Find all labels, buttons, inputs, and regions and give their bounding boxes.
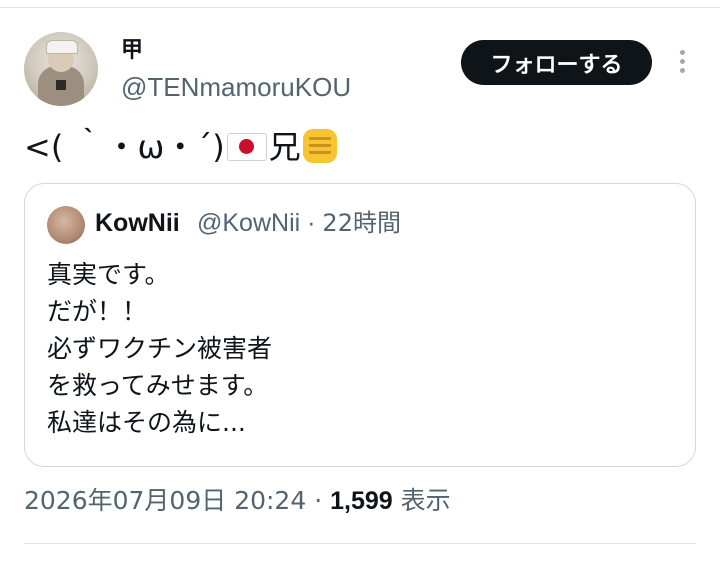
author-handle[interactable]: @TENmamoruKOU [121,72,351,102]
raised-fist-icon [302,129,337,163]
quoted-tweet-card[interactable]: KowNii @KowNii · 22時間 真実です。 だが！！ 必ずワクチン被… [24,183,696,467]
view-count-label: 表示 [400,486,451,515]
quoted-tweet-body: 真実です。 だが！！ 必ずワクチン被害者 を救ってみせます。 私達はその為に..… [47,256,272,441]
japan-flag-icon [226,133,267,161]
quoted-author-meta: @KowNii · 22時間 [197,207,401,239]
quoted-line: 真実です。 [47,260,170,289]
quoted-line: だが！！ [47,297,148,326]
tweet-text-face: <( ｀・ω・´) [24,128,225,166]
avatar-figure-hat [46,40,78,54]
tweet-timestamp[interactable]: 2026年07月09日 20:24 [24,486,306,515]
footer-separator: · [314,486,323,515]
bottom-divider [24,543,696,544]
tweet-footer: 2026年07月09日 20:24 · 1,599 表示 [24,485,451,517]
quoted-line: を救ってみせます。 [47,371,269,400]
follow-button[interactable]: フォローする [461,40,652,85]
author-display-name[interactable]: 甲 [121,37,143,65]
quoted-time: 22時間 [322,209,401,237]
tweet-text-word: 兄 [268,128,301,166]
avatar-figure-patch [56,80,66,90]
quoted-author-handle: @KowNii [197,209,301,237]
author-avatar[interactable] [24,32,98,106]
quoted-author-avatar [47,206,85,244]
view-count: 1,599 [330,487,393,515]
tweet-text: <( ｀・ω・´) 兄 [24,126,337,168]
top-divider [0,7,720,8]
quoted-line: 私達はその為に... [47,408,246,437]
quoted-author-name: KowNii [95,209,180,237]
quoted-line: 必ずワクチン被害者 [47,334,273,363]
quoted-meta-separator: · [307,209,316,237]
more-vertical-icon[interactable] [672,50,692,76]
